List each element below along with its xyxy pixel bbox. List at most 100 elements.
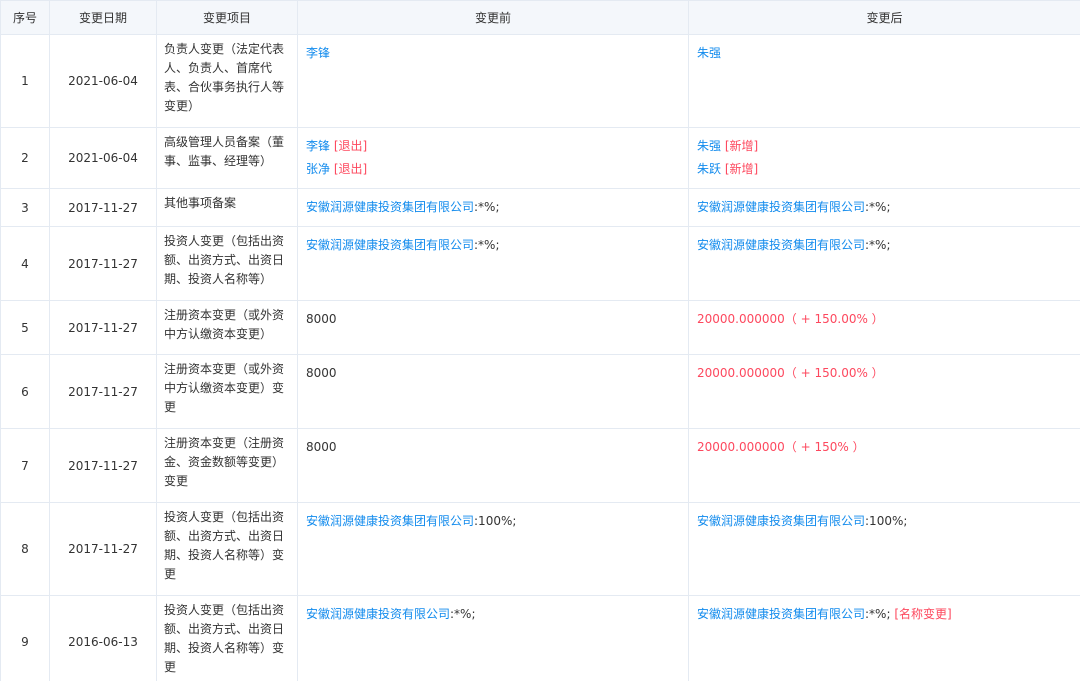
value-before: 安徽润源健康投资集团有限公司:*%; [297,226,689,301]
value-line: 安徽润源健康投资集团有限公司:*%; [名称变更] [697,603,1072,626]
header-after: 变更后 [688,0,1080,35]
table-row: 5 2017-11-27 注册资本变更（或外资中方认缴资本变更） 8000 20000.… [0,300,1080,355]
value-line: 8000 [306,308,680,331]
value-text: 8000 [306,440,337,454]
row-index: 2 [0,127,50,189]
change-date: 2021-06-04 [49,127,157,189]
value-line: 张净 [退出] [306,158,680,181]
row-index: 3 [0,188,50,227]
value-after: 安徽润源健康投资集团有限公司:*%; [688,226,1080,301]
entity-link[interactable]: 朱强 [697,139,721,153]
value-line: 安徽润源健康投资有限公司:*%; [306,603,680,626]
change-tag: 20000.000000（ + 150.00% ） [697,366,884,380]
table-row: 9 2016-06-13 投资人变更（包括出资额、出资方式、出资日期、投资人名称等）… [0,595,1080,681]
value-line: 安徽润源健康投资集团有限公司:*%; [306,196,680,219]
change-item: 负责人变更（法定代表人、负责人、首席代表、合伙事务执行人等变更） [156,34,298,128]
table-row: 7 2017-11-27 注册资本变更（注册资金、资金数额等变更）变更 8000 200… [0,428,1080,503]
entity-link[interactable]: 安徽润源健康投资集团有限公司 [306,200,474,214]
value-line: 8000 [306,436,680,459]
entity-link[interactable]: 安徽润源健康投资有限公司 [306,607,450,621]
value-after: 20000.000000（ + 150% ） [688,428,1080,503]
entity-link[interactable]: 张净 [306,162,330,176]
change-tag: [新增] [721,139,759,153]
change-record-table: 序号 变更日期 变更项目 变更前 变更后 1 2021-06-04 负责人变更（法定… [0,0,1080,681]
value-before: 8000 [297,354,689,429]
change-item: 注册资本变更（或外资中方认缴资本变更） [156,300,298,355]
header-before: 变更前 [297,0,689,35]
change-item: 注册资本变更（注册资金、资金数额等变更）变更 [156,428,298,503]
change-date: 2017-11-27 [49,188,157,227]
value-after: 朱强 [688,34,1080,128]
change-date: 2016-06-13 [49,595,157,681]
row-index: 6 [0,354,50,429]
value-line: 20000.000000（ + 150.00% ） [697,308,1072,331]
entity-link[interactable]: 朱强 [697,46,721,60]
value-before: 李锋 [退出] 张净 [退出] [297,127,689,189]
entity-link[interactable]: 安徽润源健康投资集团有限公司 [697,514,865,528]
header-date: 变更日期 [49,0,157,35]
change-tag: [名称变更] [894,607,952,621]
entity-link[interactable]: 安徽润源健康投资集团有限公司 [697,607,865,621]
entity-link[interactable]: 朱跃 [697,162,721,176]
value-line: 20000.000000（ + 150.00% ） [697,362,1072,385]
entity-link[interactable]: 安徽润源健康投资集团有限公司 [697,238,865,252]
value-after: 20000.000000（ + 150.00% ） [688,300,1080,355]
change-date: 2017-11-27 [49,226,157,301]
value-line: 朱跃 [新增] [697,158,1072,181]
entity-link[interactable]: 安徽润源健康投资集团有限公司 [306,238,474,252]
change-tag: 20000.000000（ + 150% ） [697,440,865,454]
value-line: 安徽润源健康投资集团有限公司:100%; [697,510,1072,533]
value-line: 安徽润源健康投资集团有限公司:*%; [697,234,1072,257]
value-line: 李锋 [退出] [306,135,680,158]
table-row: 4 2017-11-27 投资人变更（包括出资额、出资方式、出资日期、投资人名称等）… [0,226,1080,301]
value-text: :*%; [450,607,476,621]
value-text: 8000 [306,312,337,326]
value-text: :*%; [865,200,891,214]
change-date: 2017-11-27 [49,300,157,355]
value-line: 安徽润源健康投资集团有限公司:100%; [306,510,680,533]
table-row: 6 2017-11-27 注册资本变更（或外资中方认缴资本变更）变更 8000 2000… [0,354,1080,429]
entity-link[interactable]: 安徽润源健康投资集团有限公司 [697,200,865,214]
value-before: 安徽润源健康投资集团有限公司:*%; [297,188,689,227]
value-after: 安徽润源健康投资集团有限公司:100%; [688,502,1080,596]
change-date: 2021-06-04 [49,34,157,128]
row-index: 4 [0,226,50,301]
row-index: 8 [0,502,50,596]
row-index: 5 [0,300,50,355]
value-text: :*%; [474,200,500,214]
value-line: 20000.000000（ + 150% ） [697,436,1072,459]
value-line: 朱强 [697,42,1072,65]
change-item: 投资人变更（包括出资额、出资方式、出资日期、投资人名称等） [156,226,298,301]
header-index: 序号 [0,0,50,35]
value-text: :*%; [865,607,895,621]
value-before: 安徽润源健康投资有限公司:*%; [297,595,689,681]
value-text: 8000 [306,366,337,380]
value-before: 安徽润源健康投资集团有限公司:100%; [297,502,689,596]
change-date: 2017-11-27 [49,428,157,503]
value-after: 安徽润源健康投资集团有限公司:*%; [688,188,1080,227]
value-after: 安徽润源健康投资集团有限公司:*%; [名称变更] [688,595,1080,681]
change-item: 投资人变更（包括出资额、出资方式、出资日期、投资人名称等）变更 [156,502,298,596]
entity-link[interactable]: 李锋 [306,139,330,153]
change-item: 注册资本变更（或外资中方认缴资本变更）变更 [156,354,298,429]
entity-link[interactable]: 安徽润源健康投资集团有限公司 [306,514,474,528]
value-text: :*%; [474,238,500,252]
change-item: 高级管理人员备案（董事、监事、经理等） [156,127,298,189]
change-tag: [退出] [330,162,368,176]
entity-link[interactable]: 李锋 [306,46,330,60]
row-index: 7 [0,428,50,503]
value-text: :100%; [865,514,908,528]
change-item: 其他事项备案 [156,188,298,227]
table-row: 1 2021-06-04 负责人变更（法定代表人、负责人、首席代表、合伙事务执行人等… [0,34,1080,128]
value-line: 8000 [306,362,680,385]
row-index: 1 [0,34,50,128]
table-row: 2 2021-06-04 高级管理人员备案（董事、监事、经理等） 李锋 [退出] 张净 … [0,127,1080,189]
value-before: 李锋 [297,34,689,128]
value-line: 安徽润源健康投资集团有限公司:*%; [306,234,680,257]
row-index: 9 [0,595,50,681]
value-line: 朱强 [新增] [697,135,1072,158]
value-after: 朱强 [新增] 朱跃 [新增] [688,127,1080,189]
value-before: 8000 [297,300,689,355]
value-line: 李锋 [306,42,680,65]
change-item: 投资人变更（包括出资额、出资方式、出资日期、投资人名称等）变更 [156,595,298,681]
